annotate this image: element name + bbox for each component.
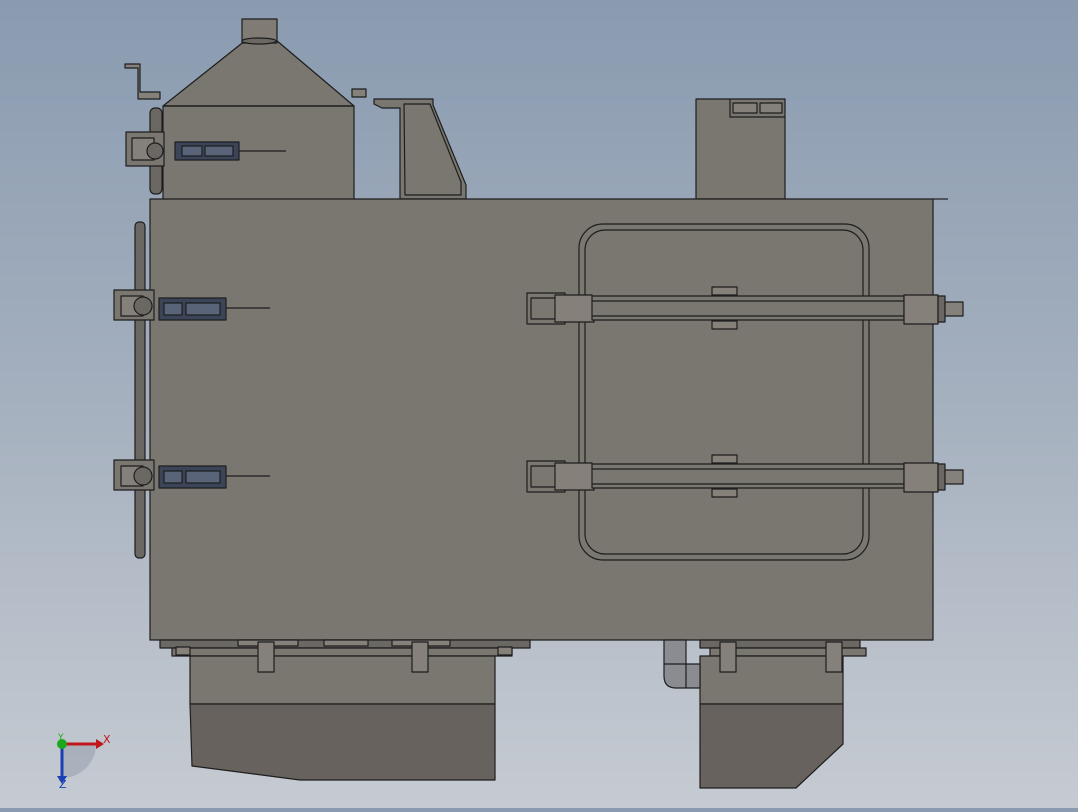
main-cabinet — [149, 198, 934, 641]
hopper-left — [159, 639, 531, 781]
drain-pipe — [663, 639, 701, 689]
z-axis-label: Z — [59, 778, 67, 791]
model-canvas[interactable]: X Y Z — [0, 0, 1078, 808]
y-axis-label: Y — [57, 733, 64, 743]
exhaust-hood — [124, 18, 367, 201]
triad-sector — [62, 744, 96, 778]
cad-viewport[interactable]: X Y Z — [0, 0, 1078, 808]
orientation-triad: X Y Z — [57, 733, 111, 791]
left-door-seal — [134, 221, 146, 559]
hopper-right — [699, 639, 867, 789]
x-axis-label: X — [103, 733, 111, 746]
lift-handle — [124, 63, 161, 100]
angled-bracket — [373, 98, 467, 200]
top-junction-box — [695, 98, 786, 200]
